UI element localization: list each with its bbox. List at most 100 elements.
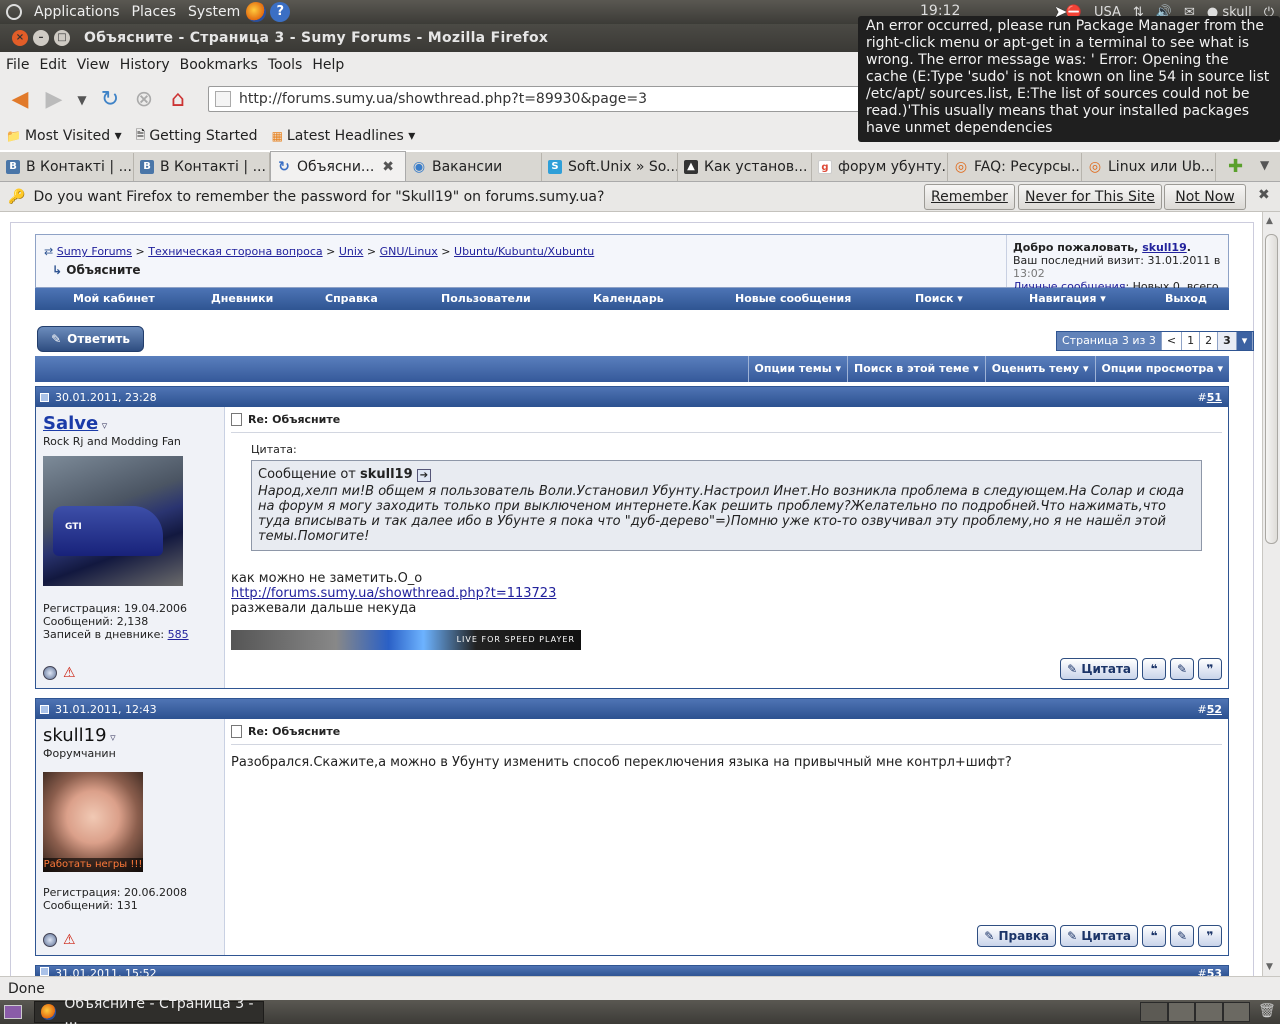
menu-history[interactable]: History: [120, 57, 170, 73]
trash-icon[interactable]: 🗑: [1258, 1003, 1276, 1019]
breadcrumb-ubuntu[interactable]: Ubuntu/Kubuntu/Xubuntu: [454, 245, 594, 258]
edit-button[interactable]: ✎ Правка: [977, 925, 1057, 947]
tab-linux-or-ubuntu[interactable]: ◎ Linux или Ub...: [1082, 153, 1216, 181]
nav-calendar[interactable]: Календарь: [593, 292, 664, 305]
search-thread-menu[interactable]: Поиск в этой теме ▾: [847, 356, 985, 382]
tab-active-thread[interactable]: ↻ Объясни... ✖: [270, 151, 406, 181]
menu-bookmarks[interactable]: Bookmarks: [180, 57, 258, 73]
taskbar-firefox-window[interactable]: Объясните - Страница 3 - ...: [34, 996, 264, 1024]
author-name[interactable]: skull19: [43, 725, 107, 746]
nav-search[interactable]: Поиск ▾: [915, 292, 963, 305]
nav-help[interactable]: Справка: [325, 292, 378, 305]
stop-icon[interactable]: ⊗: [130, 86, 158, 114]
breadcrumb-gnu-linux[interactable]: GNU/Linux: [380, 245, 438, 258]
vertical-scrollbar[interactable]: ▲ ▼: [1262, 212, 1280, 976]
places-menu[interactable]: Places: [132, 4, 177, 20]
workspace-1[interactable]: [1140, 1002, 1168, 1022]
nav-diaries[interactable]: Дневники: [211, 292, 273, 305]
multi-quote-icon[interactable]: ❝: [1142, 925, 1166, 947]
workspace-switcher[interactable]: [1140, 1002, 1250, 1022]
nav-new-posts[interactable]: Новые сообщения: [735, 292, 851, 305]
bookmark-getting-started[interactable]: 🗎 Getting Started: [136, 126, 258, 147]
site-identity-icon[interactable]: [215, 91, 231, 107]
reply-with-quote-icon[interactable]: ❞: [1198, 658, 1222, 680]
breadcrumb-sumy-forums[interactable]: Sumy Forums: [57, 245, 132, 258]
post-number-link[interactable]: 53: [1207, 967, 1222, 976]
help-icon[interactable]: ?: [270, 2, 291, 22]
report-post-icon[interactable]: ⚠: [63, 933, 79, 947]
pager-prev[interactable]: <: [1161, 332, 1183, 350]
tab-faq-resources[interactable]: ◎ FAQ: Ресурсы...: [948, 153, 1082, 181]
never-for-site-button[interactable]: Never for This Site: [1018, 184, 1162, 210]
user-menu-icon[interactable]: ▿: [110, 731, 116, 744]
quote-button[interactable]: ✎ Цитата: [1060, 925, 1138, 947]
scroll-thumb[interactable]: [1265, 234, 1278, 544]
reload-thread-icon[interactable]: ↳: [52, 263, 62, 277]
multi-quote-icon[interactable]: ❝: [1142, 658, 1166, 680]
pager-menu-icon[interactable]: ▾: [1236, 332, 1254, 350]
author-name[interactable]: Salve: [43, 413, 98, 434]
nav-navigation[interactable]: Навигация ▾: [1029, 292, 1106, 305]
post-number-link[interactable]: 51: [1207, 391, 1222, 404]
gnome-foot-icon[interactable]: [6, 4, 22, 20]
tab-vkontakte-1[interactable]: B В Контакті | ...: [0, 153, 134, 181]
window-minimize-icon[interactable]: –: [33, 30, 49, 46]
user-menu-icon[interactable]: ▿: [102, 419, 108, 432]
report-post-icon[interactable]: ⚠: [63, 666, 79, 680]
menu-file[interactable]: File: [6, 57, 29, 73]
quote-button[interactable]: ✎ Цитата: [1060, 658, 1138, 680]
reply-button[interactable]: ✎ Ответить: [37, 326, 144, 352]
window-close-icon[interactable]: ×: [12, 30, 28, 46]
scroll-up-icon[interactable]: ▲: [1266, 216, 1273, 226]
display-options-menu[interactable]: Опции просмотра ▾: [1094, 356, 1229, 382]
quick-reply-icon[interactable]: ✎: [1170, 925, 1194, 947]
system-menu[interactable]: System: [188, 4, 240, 20]
quick-reply-icon[interactable]: ✎: [1170, 658, 1194, 680]
remember-button[interactable]: Remember: [924, 184, 1015, 210]
tab-how-to-install[interactable]: ▲ Как установ...: [678, 153, 812, 181]
bookmark-most-visited[interactable]: 📁 Most Visited ▾: [6, 128, 122, 144]
reply-with-quote-icon[interactable]: ❞: [1198, 925, 1222, 947]
workspace-2[interactable]: [1167, 1002, 1195, 1022]
nav-logout[interactable]: Выход: [1165, 292, 1207, 305]
window-maximize-icon[interactable]: □: [54, 30, 70, 46]
tab-google-search[interactable]: g форум убунту...: [812, 153, 948, 181]
rate-thread-menu[interactable]: Оценить тему ▾: [984, 356, 1095, 382]
new-tab-icon[interactable]: ✚: [1228, 156, 1243, 177]
applications-menu[interactable]: Applications: [34, 4, 120, 20]
tab-softunix[interactable]: S Soft.Unix » So...: [542, 153, 678, 181]
pager-page-1[interactable]: 1: [1182, 332, 1201, 350]
scroll-down-icon[interactable]: ▼: [1266, 962, 1273, 972]
breadcrumb-tech[interactable]: Техническая сторона вопроса: [148, 245, 322, 258]
pager-page-2[interactable]: 2: [1200, 332, 1219, 350]
back-icon[interactable]: ◀: [6, 86, 34, 114]
firefox-launcher-icon[interactable]: [246, 2, 267, 22]
menu-help[interactable]: Help: [312, 57, 344, 73]
tab-vacancies[interactable]: ◉ Вакансии: [406, 153, 542, 181]
show-desktop-icon[interactable]: [4, 1005, 22, 1019]
reload-icon[interactable]: ↻: [96, 86, 124, 114]
tab-list-icon[interactable]: ▼: [1260, 158, 1269, 172]
diary-count-link[interactable]: 585: [168, 628, 189, 641]
notification-close-icon[interactable]: ✖: [1258, 187, 1270, 203]
tab-vkontakte-2[interactable]: B В Контакті | ...: [134, 153, 270, 181]
view-post-icon[interactable]: ➔: [416, 469, 432, 482]
url-text[interactable]: http://forums.sumy.ua/showthread.php?t=8…: [239, 91, 647, 107]
forum-home-icon[interactable]: ⇄: [44, 245, 53, 258]
nav-users[interactable]: Пользователи: [441, 292, 531, 305]
post-number-link[interactable]: 52: [1207, 703, 1222, 716]
home-icon[interactable]: ⌂: [164, 86, 192, 114]
workspace-3[interactable]: [1195, 1002, 1223, 1022]
history-dropdown-icon[interactable]: ▼: [74, 86, 90, 114]
menu-view[interactable]: View: [77, 57, 110, 73]
menu-tools[interactable]: Tools: [268, 57, 303, 73]
tab-close-icon[interactable]: ✖: [382, 159, 394, 175]
welcome-user-link[interactable]: skull19: [1142, 241, 1187, 254]
thread-options-menu[interactable]: Опции темы ▾: [747, 356, 847, 382]
not-now-button[interactable]: Not Now: [1164, 184, 1246, 210]
post-link[interactable]: http://forums.sumy.ua/showthread.php?t=1…: [231, 586, 556, 601]
workspace-4[interactable]: [1222, 1002, 1250, 1022]
bookmark-latest-headlines[interactable]: ▦ Latest Headlines ▾: [272, 128, 416, 144]
forward-icon[interactable]: ▶: [40, 86, 68, 114]
nav-my-cabinet[interactable]: Мой кабинет: [73, 292, 155, 305]
